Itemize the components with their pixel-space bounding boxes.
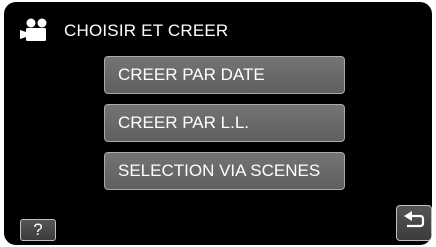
select-via-scenes-button[interactable]: SELECTION VIA SCENES (104, 152, 345, 190)
create-by-date-button[interactable]: CREER PAR DATE (104, 56, 345, 94)
return-arrow-icon (402, 210, 426, 236)
header: CHOISIR ET CREER (18, 16, 228, 46)
camera-menu-screen: CHOISIR ET CREER CREER PAR DATE CREER PA… (4, 2, 432, 245)
create-by-ll-button[interactable]: CREER PAR L.L. (104, 104, 345, 142)
page-title: CHOISIR ET CREER (64, 21, 229, 40)
video-camera-icon (18, 17, 54, 45)
help-button[interactable]: ? (20, 219, 56, 241)
back-button[interactable] (396, 205, 432, 241)
